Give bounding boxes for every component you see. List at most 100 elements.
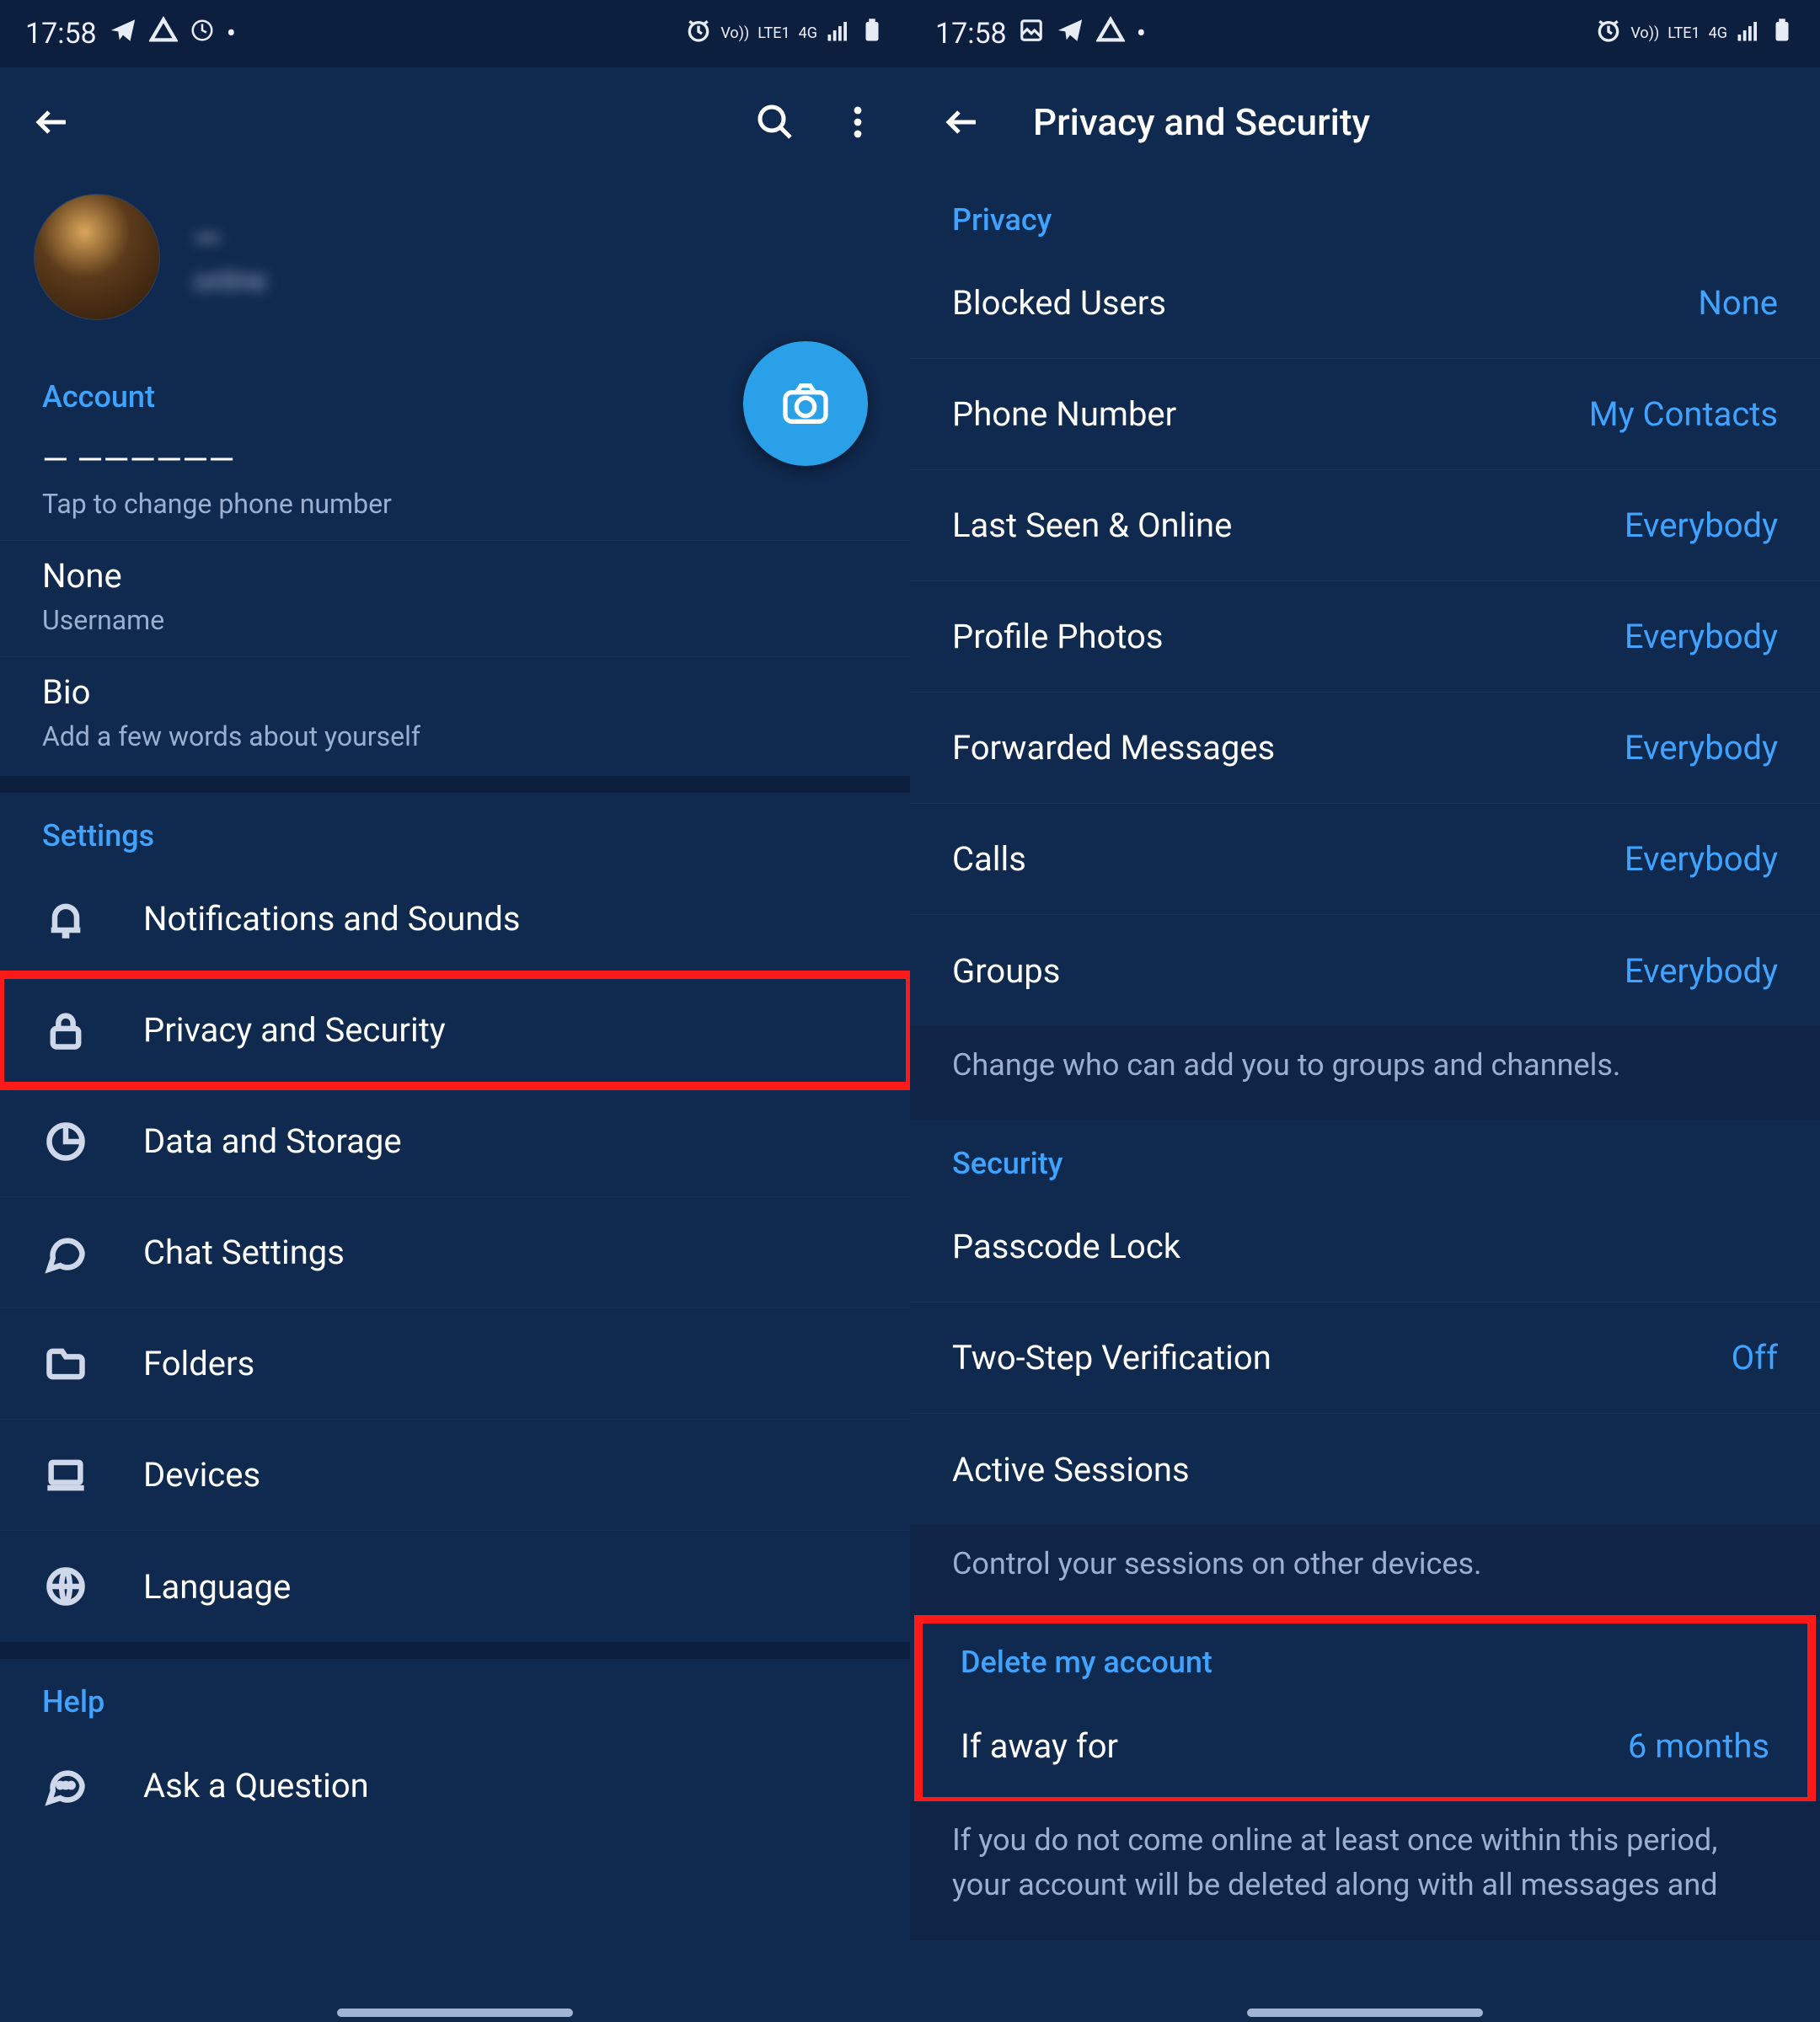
twostep-label: Two-Step Verification [952,1338,1732,1377]
status-dot: • [227,17,236,51]
privacy-hint: Change who can add you to groups and cha… [910,1026,1820,1121]
status-4g-right: 4G [1709,26,1727,41]
row-twostep[interactable]: Two-Step Verification Off [910,1303,1820,1414]
telegram-icon [109,16,137,52]
settings-chat[interactable]: Chat Settings [0,1197,910,1308]
account-phone-sub: Tap to change phone number [42,488,868,520]
phone-value: My Contacts [1589,394,1778,434]
security-header: Security [910,1121,1820,1191]
settings-screen: 17:58 • Vo)) LTE1 4G [0,0,910,2022]
nav-handle[interactable] [337,2009,573,2017]
sync-icon [190,17,215,51]
settings-devices[interactable]: Devices [0,1420,910,1531]
settings-header: Settings [0,793,910,864]
account-username-value: None [42,556,868,596]
account-bio-value: Bio [42,672,868,712]
delete-section: Delete my account If away for 6 months [918,1619,1812,1801]
search-icon[interactable] [747,94,804,151]
settings-chat-label: Chat Settings [143,1233,868,1272]
triangle-icon-right [1096,16,1125,52]
row-blocked-users[interactable]: Blocked Users None [910,248,1820,359]
profile-header: — online [0,177,910,354]
row-if-away[interactable]: If away for 6 months [918,1690,1812,1801]
settings-notifications[interactable]: Notifications and Sounds [0,864,910,975]
back-icon-right[interactable] [934,94,991,151]
account-bio-sub: Add a few words about yourself [42,720,868,752]
telegram-icon-right [1056,16,1084,52]
avatar[interactable] [34,194,160,320]
status-time-right: 17:58 [935,17,1007,51]
blocked-value: None [1698,283,1778,323]
back-icon[interactable] [24,94,81,151]
laptop-icon [42,1452,89,1499]
more-icon[interactable] [829,94,886,151]
row-sessions[interactable]: Active Sessions [910,1414,1820,1525]
account-bio-row[interactable]: Bio Add a few words about yourself [0,657,910,773]
pie-icon [42,1118,89,1165]
settings-language-label: Language [143,1567,868,1607]
signal-icon [826,17,851,51]
privacy-screen: 17:58 • Vo)) LTE1 4G [910,0,1820,2022]
status-lte-right: LTE1 [1667,26,1700,41]
settings-privacy-label: Privacy and Security [143,1010,868,1050]
phone-label: Phone Number [952,394,1589,434]
ifaway-label: If away for [961,1726,1628,1766]
status-time: 17:58 [25,17,97,51]
row-passcode[interactable]: Passcode Lock [910,1191,1820,1303]
forwarded-label: Forwarded Messages [952,728,1625,768]
page-title: Privacy and Security [1016,100,1796,144]
lastseen-label: Last Seen & Online [952,506,1625,545]
battery-icon-right [1769,17,1795,51]
help-ask-label: Ask a Question [143,1766,868,1805]
settings-folders[interactable]: Folders [0,1308,910,1420]
groups-value: Everybody [1625,951,1778,991]
row-forwarded[interactable]: Forwarded Messages Everybody [910,693,1820,804]
camera-fab[interactable] [743,341,868,466]
appbar-left [0,67,910,177]
help-ask[interactable]: Ask a Question [0,1730,910,1841]
calls-label: Calls [952,839,1625,879]
privacy-header: Privacy [910,177,1820,248]
settings-devices-label: Devices [143,1455,868,1495]
blocked-label: Blocked Users [952,283,1698,323]
row-phone-number[interactable]: Phone Number My Contacts [910,359,1820,470]
alarm-icon-right [1595,17,1622,51]
calls-value: Everybody [1625,839,1778,879]
help-header: Help [0,1659,910,1730]
signal-icon-right [1736,17,1761,51]
security-hint: Control your sessions on other devices. [910,1525,1820,1619]
settings-folders-label: Folders [143,1344,868,1383]
row-groups[interactable]: Groups Everybody [910,915,1820,1026]
delete-hint: If you do not come online at least once … [910,1801,1820,1939]
row-last-seen[interactable]: Last Seen & Online Everybody [910,470,1820,581]
account-username-label: Username [42,604,868,636]
row-profile-photos[interactable]: Profile Photos Everybody [910,581,1820,693]
settings-data[interactable]: Data and Storage [0,1086,910,1197]
gallery-icon [1019,17,1044,51]
settings-notifications-label: Notifications and Sounds [143,899,868,939]
account-phone-value: — —————— [42,440,868,479]
status-bar-right: 17:58 • Vo)) LTE1 4G [910,0,1820,67]
settings-data-label: Data and Storage [143,1121,868,1161]
passcode-label: Passcode Lock [952,1227,1778,1266]
security-section: Security Passcode Lock Two-Step Verifica… [910,1121,1820,1525]
triangle-icon [149,16,178,52]
help-section: Help Ask a Question [0,1659,910,1841]
sessions-label: Active Sessions [952,1450,1778,1490]
account-username-row[interactable]: None Username [0,541,910,657]
status-lte: LTE1 [757,26,790,41]
settings-language[interactable]: Language [0,1531,910,1642]
chat-dots-icon [42,1762,89,1809]
photos-value: Everybody [1625,617,1778,656]
twostep-value: Off [1732,1338,1778,1377]
groups-label: Groups [952,951,1625,991]
nav-handle-right[interactable] [1247,2009,1483,2017]
row-calls[interactable]: Calls Everybody [910,804,1820,915]
status-4g: 4G [799,26,817,41]
settings-privacy[interactable]: Privacy and Security [0,975,910,1086]
globe-icon [42,1563,89,1610]
settings-section: Settings Notifications and Sounds Privac… [0,793,910,1642]
lastseen-value: Everybody [1625,506,1778,545]
folder-icon [42,1340,89,1388]
bell-icon [42,896,89,943]
